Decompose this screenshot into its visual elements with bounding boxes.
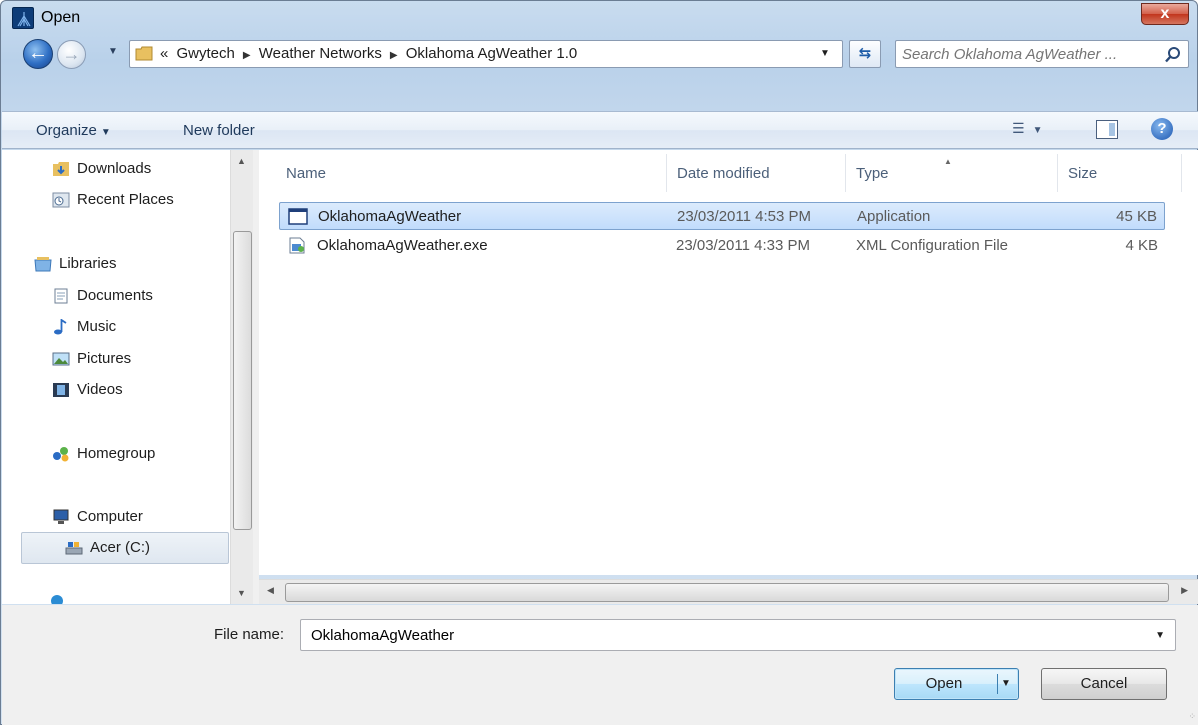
organize-label: Organize [36, 122, 97, 139]
close-button[interactable]: x [1141, 3, 1189, 25]
file-date: 23/03/2011 4:53 PM [677, 208, 811, 225]
refresh-icon: ⇆ [858, 45, 872, 62]
close-icon: x [1160, 5, 1170, 22]
file-size: 4 KB [1125, 237, 1158, 254]
network-icon [51, 595, 63, 604]
breadcrumb: « Gwytech ▶ Weather Networks ▶ Oklahoma Ag… [160, 45, 581, 62]
search-box[interactable] [895, 40, 1189, 68]
drive-icon [65, 542, 83, 555]
chevron-down-icon[interactable]: ▼ [1155, 630, 1165, 641]
column-header-type[interactable]: Type ▲ [846, 154, 1058, 192]
chevron-right-icon[interactable]: ▶ [390, 50, 398, 61]
scroll-right-icon[interactable]: ▶ [1181, 585, 1188, 596]
navigation-row: ← → ▼ « Gwytech ▶ Weather Networks ▶ Oklah… [1, 37, 1197, 75]
file-row[interactable]: OklahomaAgWeather.exe 23/03/2011 4:33 PM… [279, 232, 1165, 260]
computer-icon [53, 509, 69, 524]
chevron-down-icon: ▼ [100, 127, 111, 138]
breadcrumb-item[interactable]: Weather Networks [259, 45, 382, 62]
music-note-icon [54, 319, 67, 335]
nav-item-label: Recent Places [77, 191, 174, 208]
back-button[interactable]: ← [23, 39, 53, 69]
nav-item-label: Libraries [59, 255, 117, 272]
arrow-left-icon: ← [28, 42, 48, 64]
refresh-button[interactable]: ⇆ [849, 40, 881, 68]
open-button[interactable]: Open ▼ [894, 668, 1019, 700]
nav-item-label: Downloads [77, 160, 152, 177]
nav-item-label: Documents [77, 287, 153, 304]
organize-button[interactable]: Organize ▼ [36, 122, 111, 139]
column-header-label: Type [856, 165, 889, 182]
pictures-icon [52, 352, 70, 366]
nav-item-acer-c[interactable]: Acer (C:) [21, 532, 229, 564]
application-window-icon [288, 208, 308, 225]
open-button-label: Open [925, 675, 963, 692]
homegroup-icon [53, 447, 69, 462]
file-name: OklahomaAgWeather [318, 208, 462, 225]
navigation-pane-scrollbar[interactable]: ▲ ▼ [230, 150, 253, 604]
config-file-icon [289, 237, 305, 254]
navigation-pane: Downloads Recent Places Libraries Docume… [2, 150, 253, 604]
file-name-label: File name: [214, 626, 285, 643]
breadcrumb-item[interactable]: Gwytech [177, 45, 235, 62]
file-name: OklahomaAgWeather.exe [317, 237, 488, 254]
nav-item-label: Homegroup [77, 445, 156, 462]
command-bar: Organize ▼ New folder ☰ ▼ ? [2, 111, 1198, 149]
breadcrumb-overflow[interactable]: « [160, 45, 168, 62]
scrollbar-thumb[interactable] [285, 583, 1169, 602]
folder-icon [135, 46, 153, 61]
cancel-button[interactable]: Cancel [1041, 668, 1167, 700]
resize-grip-icon[interactable]: ⁘ [1188, 711, 1195, 722]
address-dropdown[interactable]: ▼ [820, 48, 830, 59]
column-header-date-modified[interactable]: Date modified [667, 154, 846, 192]
view-details-icon: ☰ [1012, 120, 1025, 136]
nav-item-label: Pictures [77, 350, 132, 367]
nav-item-label: Videos [77, 381, 123, 398]
scroll-up-icon[interactable]: ▲ [237, 156, 246, 166]
file-name-input[interactable] [309, 625, 1139, 645]
column-header-size[interactable]: Size [1058, 154, 1182, 192]
nav-item-label: Music [77, 318, 117, 335]
chevron-down-icon[interactable]: ▼ [1001, 669, 1011, 699]
dialog-footer: File name: ▼ Open ▼ Cancel ⁘ [2, 605, 1198, 725]
address-bar[interactable]: « Gwytech ▶ Weather Networks ▶ Oklahoma Ag… [129, 40, 843, 68]
film-icon [53, 383, 69, 397]
downloads-folder-icon [53, 162, 69, 176]
arrow-right-icon: → [62, 44, 81, 64]
scroll-left-icon[interactable]: ◀ [267, 585, 274, 596]
change-view-button[interactable]: ☰ ▼ [1012, 120, 1042, 137]
file-list: Name Date modified Type ▲ Size OklahomaA… [259, 150, 1198, 575]
recent-locations-dropdown[interactable]: ▼ [108, 46, 118, 57]
help-icon[interactable]: ? [1151, 118, 1173, 140]
chevron-down-icon: ▼ [1032, 125, 1043, 136]
search-icon[interactable] [1164, 46, 1182, 64]
nav-item-label: Computer [77, 508, 143, 525]
documents-icon [54, 288, 68, 304]
scrollbar-thumb[interactable] [233, 231, 252, 530]
search-input[interactable] [900, 44, 1158, 64]
file-size: 45 KB [1116, 208, 1157, 225]
forward-button[interactable]: → [57, 40, 86, 69]
new-folder-button[interactable]: New folder [183, 122, 255, 139]
preview-pane-icon[interactable] [1096, 120, 1118, 139]
recent-places-icon [52, 192, 70, 208]
nav-item-label: Acer (C:) [90, 539, 150, 556]
column-header-name[interactable]: Name [276, 154, 667, 192]
scroll-down-icon[interactable]: ▼ [237, 588, 246, 598]
file-type: XML Configuration File [856, 237, 1009, 254]
sort-ascending-icon: ▲ [944, 157, 952, 166]
file-name-combobox[interactable]: ▼ [300, 619, 1176, 651]
chevron-right-icon[interactable]: ▶ [243, 50, 251, 61]
window-title: Open [41, 9, 81, 26]
title-bar: Open x [1, 1, 1197, 41]
file-list-horizontal-scrollbar[interactable]: ◀ ▶ [259, 579, 1198, 604]
libraries-icon [34, 257, 52, 272]
app-icon [12, 7, 34, 29]
file-type: Application [857, 208, 931, 225]
file-row[interactable]: OklahomaAgWeather 23/03/2011 4:53 PM App… [279, 202, 1165, 230]
split-divider [997, 674, 998, 694]
open-dialog: Open x ← → ▼ « Gwytech ▶ Weather Networks… [0, 0, 1198, 725]
breadcrumb-item[interactable]: Oklahoma AgWeather 1.0 [406, 45, 578, 62]
file-date: 23/03/2011 4:33 PM [676, 237, 810, 254]
